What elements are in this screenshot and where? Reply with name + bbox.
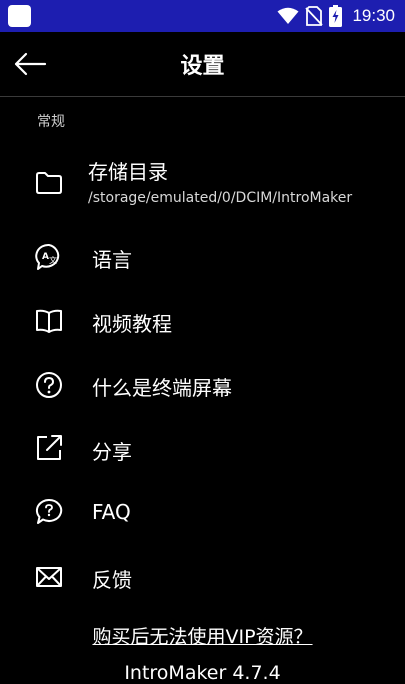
help-circle-icon — [36, 372, 62, 398]
status-time: 19:30 — [352, 6, 395, 25]
vip-resources-link[interactable]: 购买后无法使用VIP资源？ — [0, 622, 405, 649]
status-bar: 19:30 — [0, 0, 405, 32]
status-icons: 19:30 — [277, 0, 395, 32]
settings-item-terminal-screen[interactable]: 什么是终端屏幕 — [0, 353, 405, 417]
settings-item-language[interactable]: A 文 语言 — [0, 225, 405, 289]
section-label-general: 常规 — [37, 114, 65, 130]
storage-path: /storage/emulated/0/DCIM/IntroMaker — [88, 190, 353, 206]
wifi-icon — [277, 7, 299, 24]
settings-item-video-tutorial[interactable]: 视频教程 — [0, 289, 405, 353]
app-bar: 设置 — [0, 32, 405, 97]
share-icon — [37, 435, 62, 460]
svg-text:文: 文 — [49, 255, 57, 265]
battery-charging-icon — [329, 5, 343, 27]
no-sim-icon — [305, 6, 324, 26]
share-label: 分享 — [92, 440, 132, 464]
settings-item-storage[interactable]: 存储目录 /storage/emulated/0/DCIM/IntroMaker — [0, 150, 405, 216]
feedback-label: 反馈 — [92, 568, 132, 592]
svg-text:A: A — [42, 252, 49, 262]
settings-item-faq[interactable]: FAQ — [0, 481, 405, 545]
language-label: 语言 — [92, 248, 132, 272]
faq-label: FAQ — [92, 500, 131, 524]
app-icon — [8, 5, 31, 27]
book-icon — [36, 309, 62, 333]
settings-item-share[interactable]: 分享 — [0, 417, 405, 481]
terminal-screen-label: 什么是终端屏幕 — [92, 376, 232, 400]
folder-icon — [36, 172, 62, 194]
app-version: IntroMaker 4.7.4 — [124, 662, 281, 684]
faq-bubble-icon — [35, 498, 63, 524]
video-tutorial-label: 视频教程 — [92, 312, 172, 336]
page-title: 设置 — [180, 54, 225, 79]
storage-label: 存储目录 — [88, 160, 168, 184]
language-icon: A 文 — [35, 243, 60, 270]
mail-icon — [36, 567, 62, 587]
settings-item-feedback[interactable]: 反馈 — [0, 545, 405, 609]
